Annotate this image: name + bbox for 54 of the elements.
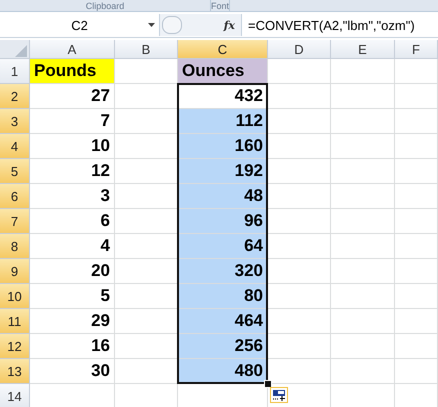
paste-options-button[interactable]: [270, 387, 288, 403]
row-header[interactable]: 11: [0, 309, 30, 334]
table-cell: 29: [30, 309, 115, 334]
table-cell: 112: [178, 109, 268, 134]
table-cell: 256: [178, 334, 268, 359]
row-header[interactable]: 8: [0, 234, 30, 259]
row-header[interactable]: 7: [0, 209, 30, 234]
table-cell: 96: [178, 209, 268, 234]
table-cell: 160: [178, 134, 268, 159]
table-cell: 7: [30, 109, 115, 134]
expand-handle[interactable]: [162, 16, 182, 34]
row-header[interactable]: 1: [0, 59, 30, 84]
caret-icon[interactable]: [148, 23, 155, 27]
table-cell: 6: [30, 209, 115, 234]
table-cell: 3: [30, 184, 115, 209]
table-cell: 10: [30, 134, 115, 159]
ribbon-group-label: Clipboard: [86, 2, 124, 11]
ribbon-group-label: Font: [211, 2, 230, 11]
row-header[interactable]: 9: [0, 259, 30, 284]
row-header[interactable]: 6: [0, 184, 30, 209]
table-cell: 27: [30, 84, 115, 109]
table-cell: 320: [178, 259, 268, 284]
row-header[interactable]: 3: [0, 109, 30, 134]
row-header[interactable]: 10: [0, 284, 30, 309]
table-cell: 12: [30, 159, 115, 184]
table-cell: 192: [178, 159, 268, 184]
table-cell: 48: [178, 184, 268, 209]
formula-field[interactable]: =CONVERT(A2,"lbm","ozm"): [242, 18, 415, 32]
column-header[interactable]: C: [178, 40, 268, 59]
table-cell: 464: [178, 309, 268, 334]
table-cell: Pounds: [30, 59, 115, 84]
table-cell: 20: [30, 259, 115, 284]
table-cell: 5: [30, 284, 115, 309]
table-cell: 80: [178, 284, 268, 309]
column-header[interactable]: A: [30, 40, 115, 59]
row-header[interactable]: 2: [0, 84, 30, 109]
table-cell: 16: [30, 334, 115, 359]
row-header[interactable]: 5: [0, 159, 30, 184]
table-cell: 64: [178, 234, 268, 259]
row-header[interactable]: 12: [0, 334, 30, 359]
column-header[interactable]: B: [115, 40, 178, 59]
insert-function-button[interactable]: fx: [224, 18, 235, 32]
fill-handle[interactable]: [264, 380, 272, 388]
table-cell: 30: [30, 359, 115, 384]
row-header[interactable]: 13: [0, 359, 30, 384]
column-header[interactable]: F: [395, 40, 438, 59]
table-cell: 4: [30, 234, 115, 259]
column-header[interactable]: D: [268, 40, 331, 59]
triangle-icon: [14, 45, 26, 57]
row-header[interactable]: 4: [0, 134, 30, 159]
table-cell: Ounces: [178, 59, 268, 84]
paste-options-icon: [272, 389, 286, 401]
row-header[interactable]: 14: [0, 384, 30, 407]
column-header[interactable]: E: [331, 40, 395, 59]
